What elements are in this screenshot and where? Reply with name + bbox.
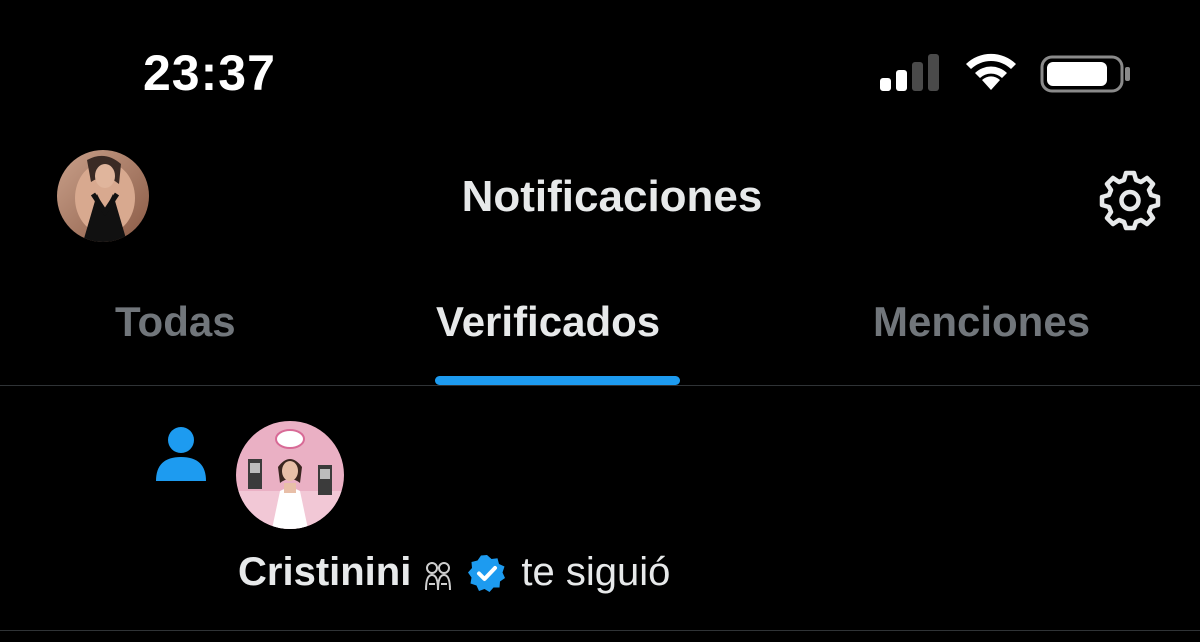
follower-avatar[interactable] [236,421,344,529]
tab-verificados[interactable]: Verificados [436,298,660,346]
notification-user-name[interactable]: Cristinini [238,550,411,595]
cellular-signal-icon [880,54,939,91]
notification-text: Cristinini te siguió [238,550,670,595]
battery-icon [1040,55,1130,93]
dancers-emoji-icon [425,561,452,590]
notification-action: te siguió [521,550,671,594]
person-icon [156,427,206,481]
follower-photo [236,421,344,529]
notification-divider [0,630,1200,631]
page-title: Notificaciones [461,172,763,221]
gear-icon[interactable] [1099,169,1161,231]
tabs-divider [0,385,1200,386]
tab-menciones[interactable]: Menciones [873,298,1090,346]
status-time: 23:37 [143,45,276,101]
verified-badge-icon [468,554,506,592]
wifi-icon [966,53,1016,90]
tab-todas[interactable]: Todas [115,298,236,346]
active-tab-indicator [435,376,680,385]
